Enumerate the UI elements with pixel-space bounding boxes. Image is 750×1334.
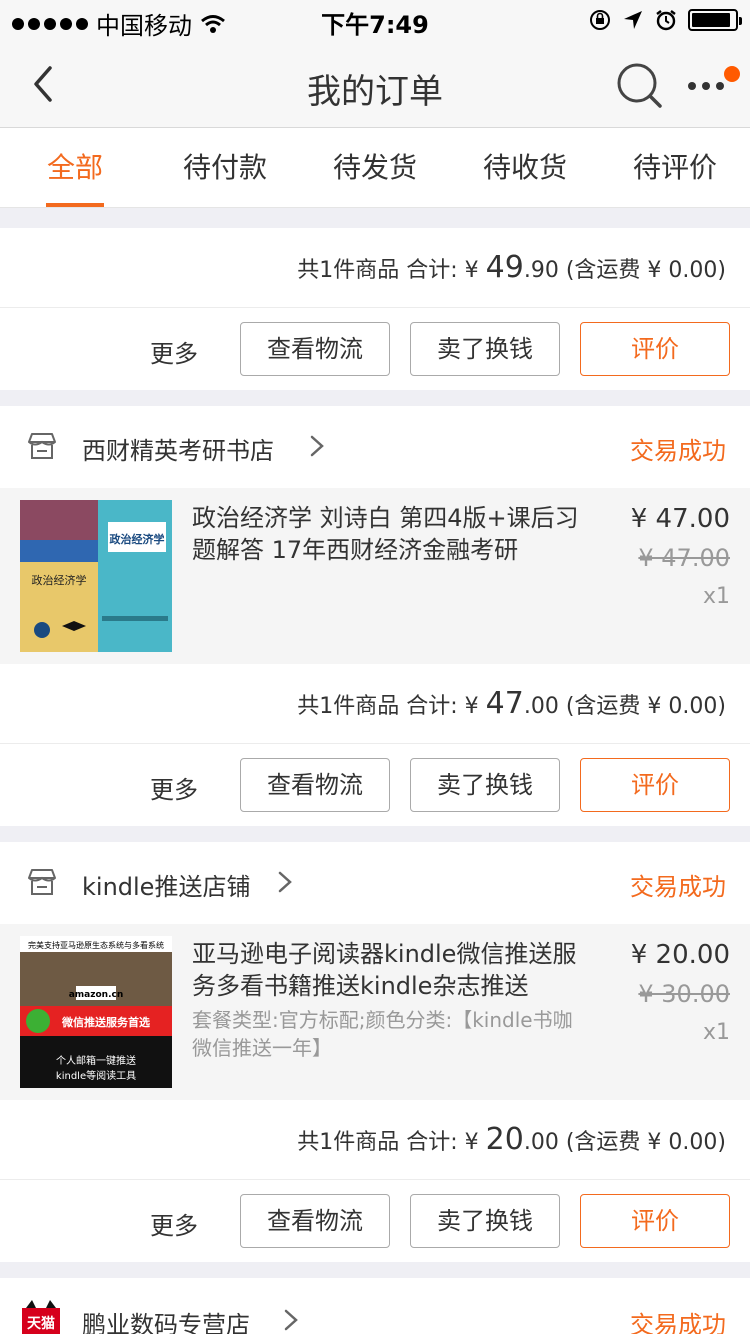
chevron-right-icon: [284, 1309, 298, 1331]
review-button[interactable]: 评价: [580, 1194, 730, 1248]
order-actions: 更多 查看物流 卖了换钱 评价: [0, 308, 750, 390]
nav-bar: 我的订单: [0, 40, 750, 128]
product-thumbnail: 完美支持亚马逊原生态系统与多看系统 amazon.cn 微信推送服务首选 个人邮…: [20, 936, 172, 1088]
shop-name: kindle推送店铺: [82, 873, 251, 901]
view-logistics-button[interactable]: 查看物流: [240, 322, 390, 376]
order-tabs: 全部 待付款 待发货 待收货 待评价: [0, 128, 750, 208]
tab-pending-payment[interactable]: 待付款: [150, 128, 300, 207]
battery-icon: [688, 9, 742, 31]
svg-text:政治经济学: 政治经济学: [110, 532, 165, 546]
sell-for-cash-button[interactable]: 卖了换钱: [410, 1194, 560, 1248]
svg-text:amazon.cn: amazon.cn: [69, 990, 124, 1000]
tab-label: 全部: [46, 151, 103, 184]
tab-indicator: [46, 203, 104, 207]
svg-text:政治经济学: 政治经济学: [32, 573, 87, 587]
svg-text:微信推送服务首选: 微信推送服务首选: [61, 1015, 150, 1029]
order-item[interactable]: 完美支持亚马逊原生态系统与多看系统 amazon.cn 微信推送服务首选 个人邮…: [0, 924, 750, 1100]
svg-text:kindle等阅读工具: kindle等阅读工具: [56, 1069, 136, 1082]
tmall-icon: 天猫: [22, 1300, 60, 1334]
order-status: 交易成功: [630, 873, 726, 901]
shop-name: 西财精英考研书店: [82, 437, 274, 465]
review-button[interactable]: 评价: [580, 758, 730, 812]
tab-all[interactable]: 全部: [0, 128, 150, 207]
product-spec: 套餐类型:官方标配;颜色分类:【kindle书咖微信推送一年】: [192, 1008, 573, 1060]
tab-pending-shipment[interactable]: 待发货: [300, 128, 450, 207]
more-button[interactable]: 更多: [150, 1206, 198, 1241]
view-logistics-button[interactable]: 查看物流: [240, 758, 390, 812]
tab-pending-receipt[interactable]: 待收货: [450, 128, 600, 207]
view-logistics-button[interactable]: 查看物流: [240, 1194, 390, 1248]
order-summary: 共1件商品 合计: ¥ 20.00 (含运费 ¥ 0.00): [0, 1100, 750, 1180]
more-dots-icon[interactable]: [686, 66, 742, 106]
more-button[interactable]: 更多: [150, 770, 198, 805]
order-status: 交易成功: [630, 437, 726, 465]
shop-icon: [28, 869, 56, 895]
quantity: x1: [702, 1020, 730, 1045]
review-button[interactable]: 评价: [580, 322, 730, 376]
order-summary: 共1件商品 合计: ¥ 47.00 (含运费 ¥ 0.00): [0, 664, 750, 744]
order-actions: 更多 查看物流 卖了换钱 评价: [0, 1180, 750, 1262]
tab-label: 待付款: [182, 151, 267, 184]
shop-header[interactable]: 西财精英考研书店 交易成功: [0, 406, 750, 488]
shop-header[interactable]: kindle推送店铺 交易成功: [0, 842, 750, 924]
alarm-icon: [656, 10, 676, 31]
shop-icon: [28, 433, 56, 459]
search-icon[interactable]: [616, 62, 664, 110]
sell-for-cash-button[interactable]: 卖了换钱: [410, 322, 560, 376]
product-title: 政治经济学 刘诗白 第四4版+课后习题解答 17年西财经济金融考研: [192, 504, 579, 564]
shop-name: 鹏业数码专营店: [82, 1311, 250, 1334]
more-button[interactable]: 更多: [150, 334, 198, 369]
original-price: ¥ 47.00: [638, 544, 730, 572]
product-title: 亚马逊电子阅读器kindle微信推送服务多看书籍推送kindle杂志推送: [192, 940, 577, 1000]
product-price: ¥ 20.00: [630, 940, 730, 970]
chevron-right-icon: [310, 435, 324, 457]
svg-text:完美支持亚马逊原生态系统与多看系统: 完美支持亚马逊原生态系统与多看系统: [28, 940, 164, 950]
tab-label: 待评价: [632, 151, 717, 184]
chevron-right-icon: [278, 871, 292, 893]
product-price: ¥ 47.00: [630, 504, 730, 534]
tab-label: 待发货: [332, 151, 417, 184]
original-price: ¥ 30.00: [638, 980, 730, 1008]
location-icon: [624, 11, 642, 29]
svg-text:个人邮箱一键推送: 个人邮箱一键推送: [56, 1054, 136, 1067]
tab-pending-review[interactable]: 待评价: [600, 128, 750, 207]
order-actions: 更多 查看物流 卖了换钱 评价: [0, 744, 750, 826]
order-item[interactable]: 政治经济学 政治经济学 政治经济学 刘诗白 第四4版+课后习题解答 17年西财经…: [0, 488, 750, 664]
quantity: x1: [702, 584, 730, 609]
product-thumbnail: 政治经济学 政治经济学: [20, 500, 172, 652]
tab-label: 待收货: [482, 151, 567, 184]
sell-for-cash-button[interactable]: 卖了换钱: [410, 758, 560, 812]
notification-badge: [724, 66, 740, 82]
status-bar: 中国移动 下午7:49: [0, 0, 750, 40]
svg-text:天猫: 天猫: [27, 1315, 55, 1332]
order-status: 交易成功: [630, 1311, 726, 1334]
shop-header[interactable]: 天猫 鹏业数码专营店 交易成功: [0, 1278, 750, 1334]
order-summary: 共1件商品 合计: ¥ 49.90 (含运费 ¥ 0.00): [0, 228, 750, 308]
rotation-lock-icon: [590, 10, 610, 30]
